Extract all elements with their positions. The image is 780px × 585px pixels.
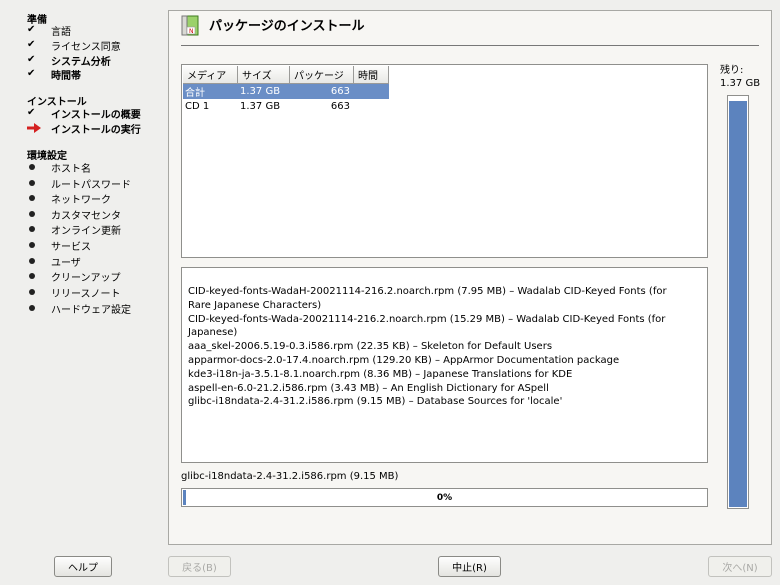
step-label: ハードウェア設定 [51, 304, 131, 316]
cell-time [354, 84, 389, 99]
step-install-summary: ✔ インストールの概要 [27, 106, 141, 121]
check-icon: ✔ [27, 24, 36, 35]
title-divider [181, 45, 759, 46]
help-button[interactable]: ヘルプ [54, 556, 112, 577]
check-icon: ✔ [27, 107, 36, 118]
step-label: オンライン更新 [51, 225, 121, 237]
progress-percent: 0% [436, 492, 453, 503]
step-license: ✔ ライセンス同意 [27, 38, 121, 53]
cell-size: 1.37 GB [240, 101, 281, 112]
bullet-icon [27, 195, 51, 201]
bullet-icon [27, 226, 51, 232]
log-line: kde3-i18n-ja-3.5.1-8.1.noarch.rpm (8.36 … [188, 368, 573, 380]
bullet-icon [27, 211, 51, 217]
step-label: リリースノート [51, 288, 121, 300]
cell-time [354, 99, 389, 114]
check-icon: ✔ [27, 39, 36, 50]
svg-text:N: N [189, 28, 194, 35]
remaining-progress-bar [727, 95, 749, 509]
step-label: システム分析 [51, 56, 111, 68]
step-label: ネットワーク [51, 194, 111, 206]
table-row[interactable]: CD 1 1.37 GB 663 [183, 99, 389, 114]
step-label: カスタマセンタ [51, 210, 121, 222]
log-line: aspell-en-6.0-21.2.i586.rpm (3.43 MB) – … [188, 382, 549, 394]
log-line: glibc-i18ndata-2.4-31.2.i586.rpm (9.15 M… [188, 396, 563, 408]
step-label: クリーンアップ [51, 272, 121, 284]
step-hardware-config: ハードウェア設定 [27, 301, 131, 316]
step-perform-install: インストールの実行 [27, 121, 141, 136]
sidebar: 準備 ✔ 言語 ✔ ライセンス同意 ✔ システム分析 ✔ 時間帯 インストール … [0, 0, 165, 545]
bullet-icon [27, 242, 51, 248]
bullet-icon [27, 273, 51, 279]
step-online-update: オンライン更新 [27, 222, 121, 237]
log-line: CID-keyed-fonts-WadaH-20021114-216.2.noa… [188, 286, 667, 297]
step-label: ルートパスワード [51, 179, 131, 191]
package-icon: N [181, 15, 199, 36]
remaining-fill [729, 100, 747, 507]
step-label: サービス [51, 241, 91, 253]
cell-media: 合計 [185, 88, 205, 99]
cell-size: 1.37 GB [240, 86, 281, 97]
current-package-label: glibc-i18ndata-2.4-31.2.i586.rpm (9.15 M… [181, 471, 399, 482]
step-network: ネットワーク [27, 191, 111, 206]
check-icon: ✔ [27, 54, 36, 65]
column-header-packages[interactable]: パッケージ [290, 66, 354, 84]
current-arrow-icon [27, 123, 51, 133]
step-system-analysis: ✔ システム分析 [27, 53, 111, 68]
remaining-value: 1.37 GB [720, 78, 761, 89]
cell-media: CD 1 [185, 101, 210, 112]
log-line: aaa_skel-2006.5.19-0.3.i586.rpm (22.35 K… [188, 341, 553, 353]
table-header: メディア サイズ パッケージ 時間 [183, 66, 389, 84]
step-label: 時間帯 [51, 70, 81, 82]
step-label: ライセンス同意 [51, 41, 121, 53]
abort-button[interactable]: 中止(R) [438, 556, 501, 577]
step-label: ユーザ [51, 257, 81, 269]
bullet-icon [27, 258, 51, 264]
log-line: Rare Japanese Characters) [188, 299, 322, 311]
table-row[interactable]: 合計 1.37 GB 663 [183, 84, 389, 99]
step-language: ✔ 言語 [27, 23, 71, 38]
step-label: ホスト名 [51, 163, 91, 175]
step-users: ユーザ [27, 254, 81, 269]
remaining-caption: 残り: [720, 65, 744, 76]
next-button[interactable]: 次へ(N) [708, 556, 772, 577]
step-cleanup: クリーンアップ [27, 269, 121, 284]
package-progress-bar: 0% [181, 488, 708, 507]
column-header-media[interactable]: メディア [183, 66, 238, 84]
back-button[interactable]: 戻る(B) [168, 556, 231, 577]
page-title: パッケージのインストール [209, 19, 365, 34]
step-release-notes: リリースノート [27, 285, 121, 300]
log-line: apparmor-docs-2.0-17.4.noarch.rpm (129.2… [188, 354, 620, 366]
step-customer-center: カスタマセンタ [27, 207, 121, 222]
remaining-label: 残り: 1.37 GB [720, 64, 760, 90]
column-header-time[interactable]: 時間 [354, 66, 389, 84]
bullet-icon [27, 164, 51, 170]
step-timezone: ✔ 時間帯 [27, 67, 81, 82]
bullet-icon [27, 305, 51, 311]
column-header-size[interactable]: サイズ [238, 66, 290, 84]
step-root-password: ルートパスワード [27, 176, 131, 191]
media-table[interactable]: メディア サイズ パッケージ 時間 合計 1.37 GB 663 CD 1 1.… [181, 64, 708, 258]
cell-packages: 663 [330, 86, 350, 97]
log-line: CID-keyed-fonts-Wada-20021114-216.2.noar… [188, 313, 666, 325]
install-log[interactable]: CID-keyed-fonts-WadaH-20021114-216.2.noa… [181, 267, 708, 463]
check-icon: ✔ [27, 68, 36, 79]
step-services: サービス [27, 238, 91, 253]
step-label: 言語 [51, 26, 71, 38]
bullet-icon [27, 180, 51, 186]
step-label: インストールの実行 [51, 124, 141, 136]
log-line: Japanese) [188, 327, 238, 339]
bullet-icon [27, 289, 51, 295]
step-hostname: ホスト名 [27, 160, 91, 175]
cell-packages: 663 [330, 101, 350, 112]
main-panel: N パッケージのインストール メディア サイズ パッケージ 時間 合計 1.37… [168, 10, 772, 545]
step-label: インストールの概要 [51, 109, 141, 121]
